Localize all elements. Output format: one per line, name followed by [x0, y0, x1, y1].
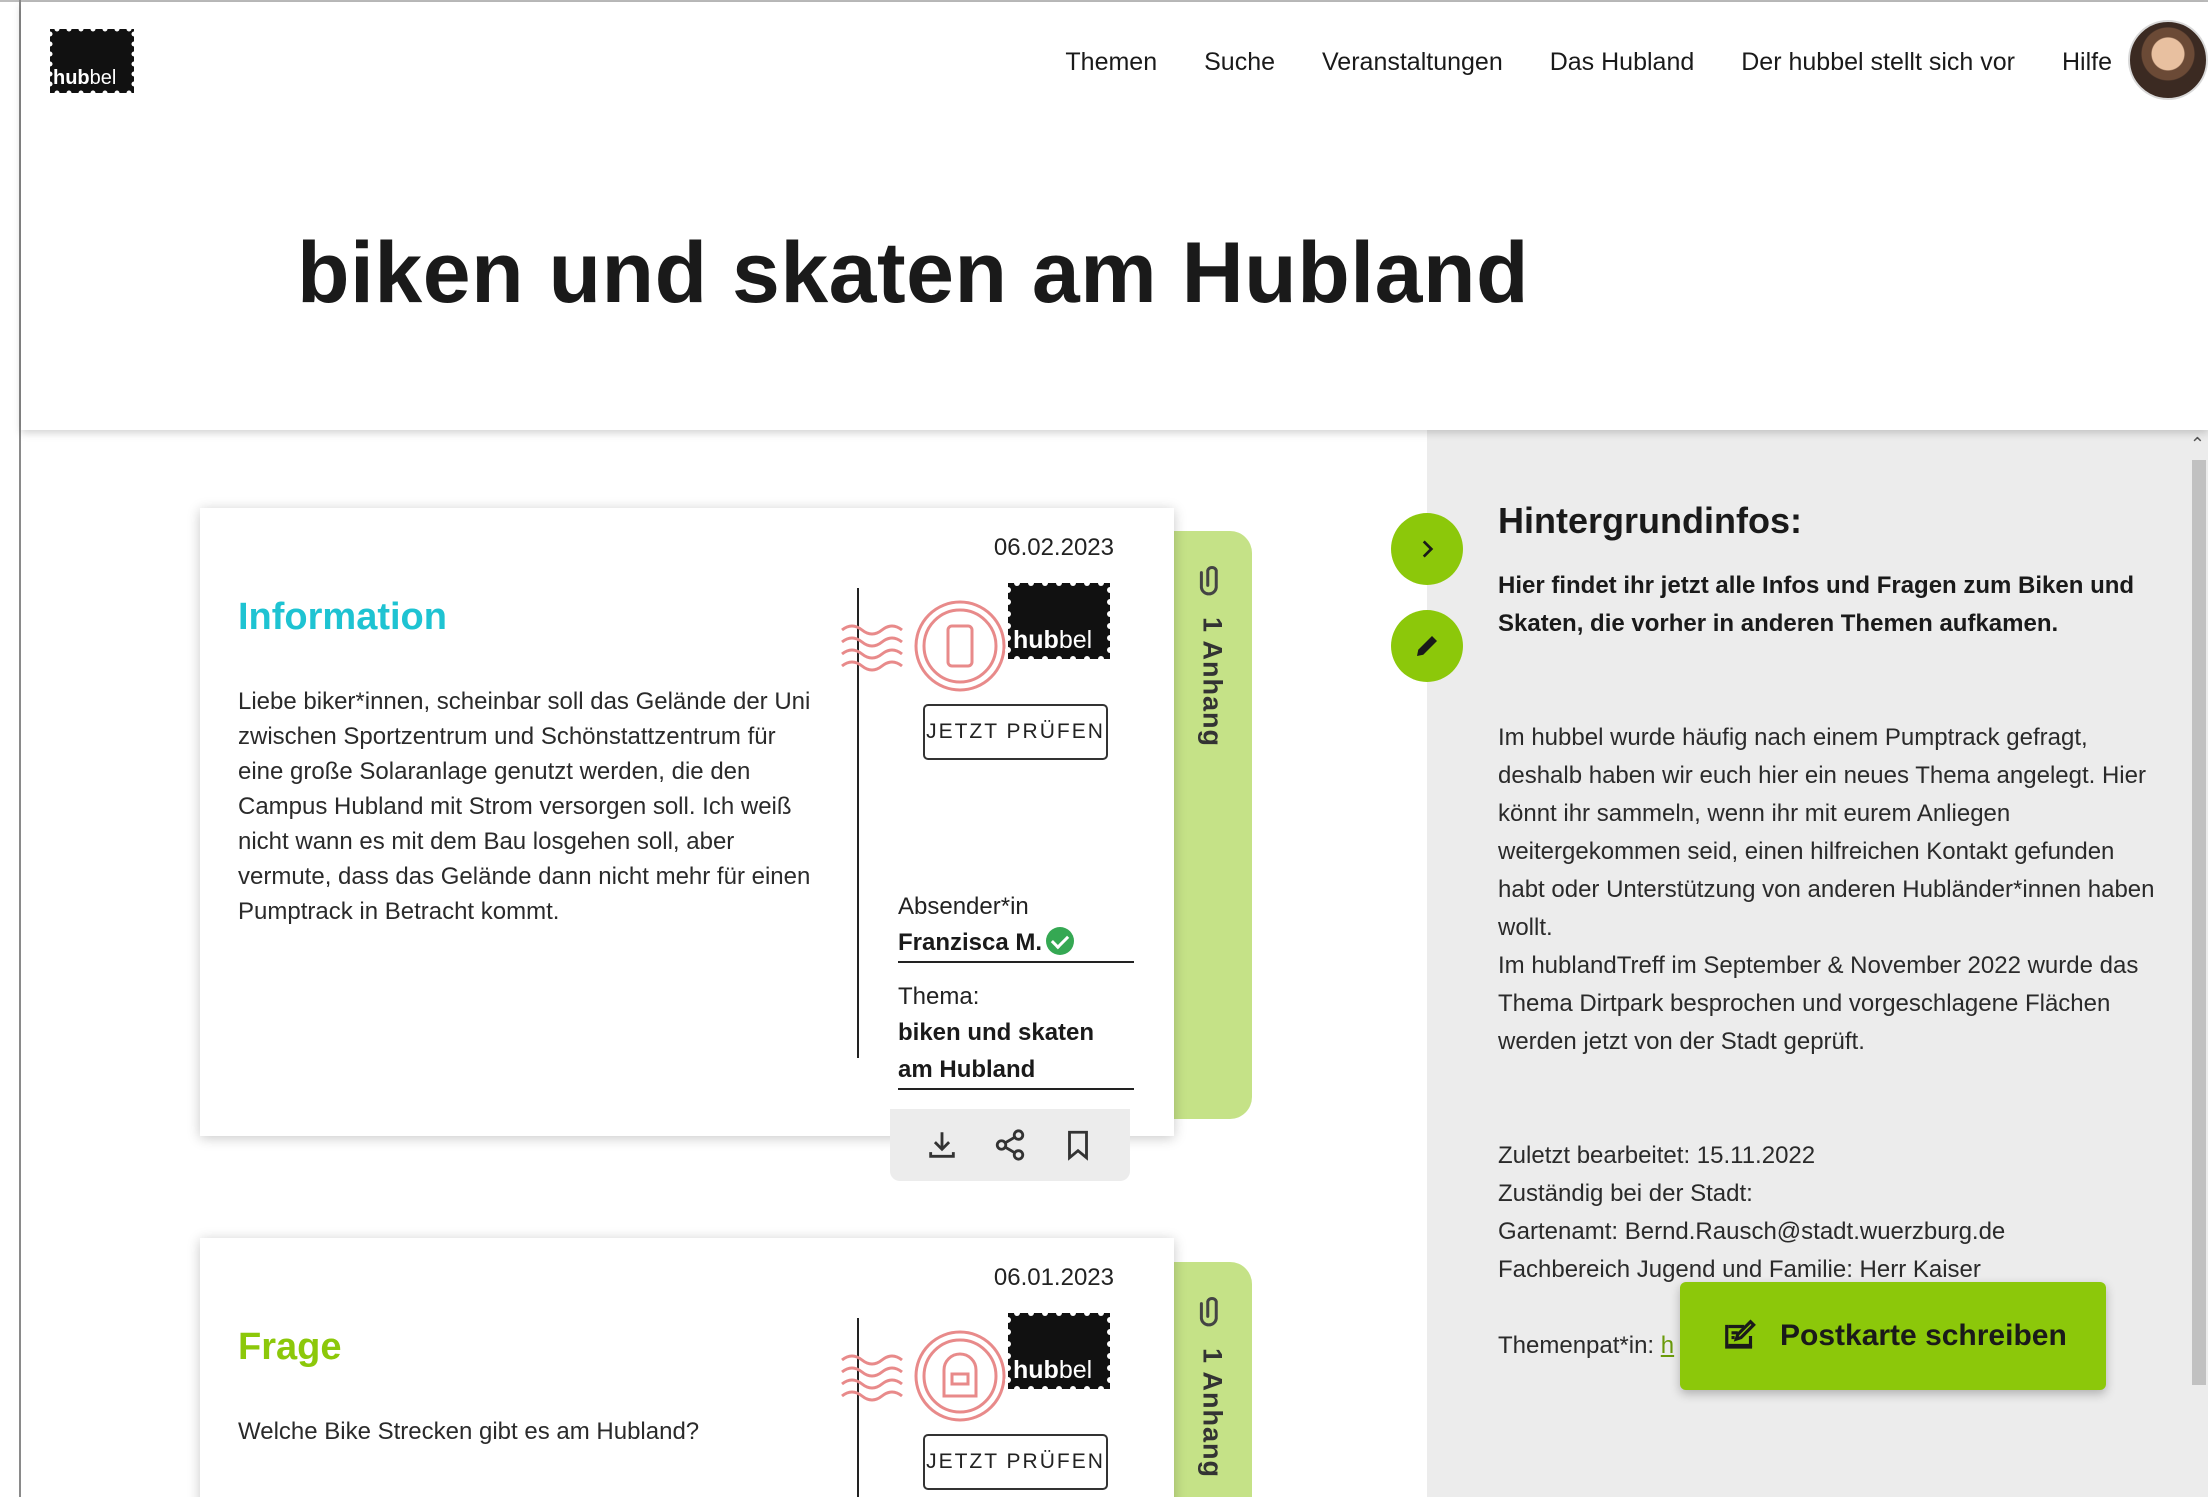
postmark-icon: [841, 1330, 1006, 1422]
user-avatar[interactable]: [2128, 20, 2208, 100]
nav-suche[interactable]: Suche: [1204, 48, 1275, 77]
check-now-button[interactable]: JETZT PRÜFEN: [923, 704, 1108, 760]
responsible-label: Zuständig bei der Stadt:: [1498, 1180, 1753, 1207]
sidebar-intro: Hier findet ihr jetzt alle Infos und Fra…: [1498, 572, 2135, 637]
nav-themen[interactable]: Themen: [1065, 48, 1157, 77]
postcard-type: Frage: [238, 1326, 342, 1368]
pencil-icon: [1417, 636, 1437, 656]
scroll-up-icon[interactable]: ⌃: [2190, 434, 2205, 455]
attachment-tab[interactable]: 1 Anhang: [1172, 1262, 1252, 1497]
attachment-count: 1 Anhang: [1197, 1348, 1228, 1479]
postmark-icon: [841, 600, 1006, 692]
paperclip-icon: [1199, 1297, 1218, 1327]
nav-about[interactable]: Der hubbel stellt sich vor: [1741, 48, 2015, 77]
sender-label: Absender*in: [898, 893, 1029, 920]
contact-gartenamt: Gartenamt: Bernd.Rausch@stadt.wuerzburg.…: [1498, 1218, 2006, 1245]
nav-das-hubland[interactable]: Das Hubland: [1550, 48, 1695, 77]
postcard[interactable]: 06.02.2023 Information Liebe biker*innen…: [200, 508, 1174, 1136]
hubbel-stamp: hubbel: [1005, 1310, 1113, 1392]
bookmark-icon[interactable]: [1058, 1125, 1098, 1165]
verified-icon: [1046, 927, 1075, 955]
expand-sidebar-button[interactable]: [1391, 513, 1463, 585]
hubbel-stamp: hubbel: [1005, 580, 1113, 662]
svg-text:hubbel: hubbel: [1013, 1356, 1092, 1384]
site-header: hubbel Themen Suche Veranstaltungen Das …: [21, 2, 2208, 430]
attachment-tab[interactable]: 1 Anhang: [1172, 531, 1252, 1119]
sender-name: Franzisca M.: [898, 924, 1134, 963]
postcard-body: Liebe biker*innen, scheinbar soll das Ge…: [238, 688, 811, 925]
postcard-date: 06.01.2023: [993, 1264, 1114, 1291]
postcard-date: 06.02.2023: [993, 534, 1114, 561]
last-edited: Zuletzt bearbeitet: 15.11.2022: [1498, 1142, 1816, 1169]
svg-text:hubbel: hubbel: [53, 67, 116, 89]
chevron-right-icon: [1422, 540, 1434, 558]
edit-button[interactable]: [1391, 610, 1463, 682]
paperclip-icon: [1199, 566, 1218, 596]
scrollbar[interactable]: ⌃: [2190, 434, 2208, 1497]
main-nav: Themen Suche Veranstaltungen Das Hubland…: [1065, 48, 2112, 77]
attachment-count: 1 Anhang: [1197, 617, 1228, 748]
hubbel-logo[interactable]: hubbel: [45, 24, 139, 98]
scrollbar-thumb[interactable]: [2192, 460, 2206, 1385]
sidebar-title: Hintergrundinfos:: [1498, 500, 1802, 541]
postcard-body: Welche Bike Strecken gibt es am Hubland?: [238, 1418, 700, 1445]
page-title: biken und skaten am Hubland: [297, 225, 1530, 321]
topic-value[interactable]: biken und skaten am Hubland: [898, 1014, 1134, 1090]
write-postcard-button[interactable]: Postkarte schreiben: [1680, 1282, 2106, 1390]
share-icon[interactable]: [990, 1125, 1030, 1165]
svg-text:hubbel: hubbel: [1013, 626, 1092, 654]
sidebar-paragraph: Im hublandTreff im September & November …: [1498, 952, 2139, 1055]
postcard[interactable]: 06.01.2023 Frage Welche Bike Strecken gi…: [200, 1238, 1174, 1497]
nav-veranstaltungen[interactable]: Veranstaltungen: [1322, 48, 1503, 77]
postcard-type: Information: [238, 596, 447, 638]
download-icon[interactable]: [922, 1125, 962, 1165]
sidebar-paragraph: Im hubbel wurde häufig nach einem Pumptr…: [1498, 724, 2155, 941]
nav-hilfe[interactable]: Hilfe: [2062, 48, 2112, 77]
check-now-button[interactable]: JETZT PRÜFEN: [923, 1434, 1108, 1490]
patron-link[interactable]: h: [1661, 1332, 1674, 1359]
topic-label: Thema:: [898, 983, 980, 1010]
postcard-actions: [890, 1109, 1130, 1181]
write-postcard-label: Postkarte schreiben: [1780, 1319, 2067, 1352]
compose-icon: [1725, 1319, 1756, 1349]
